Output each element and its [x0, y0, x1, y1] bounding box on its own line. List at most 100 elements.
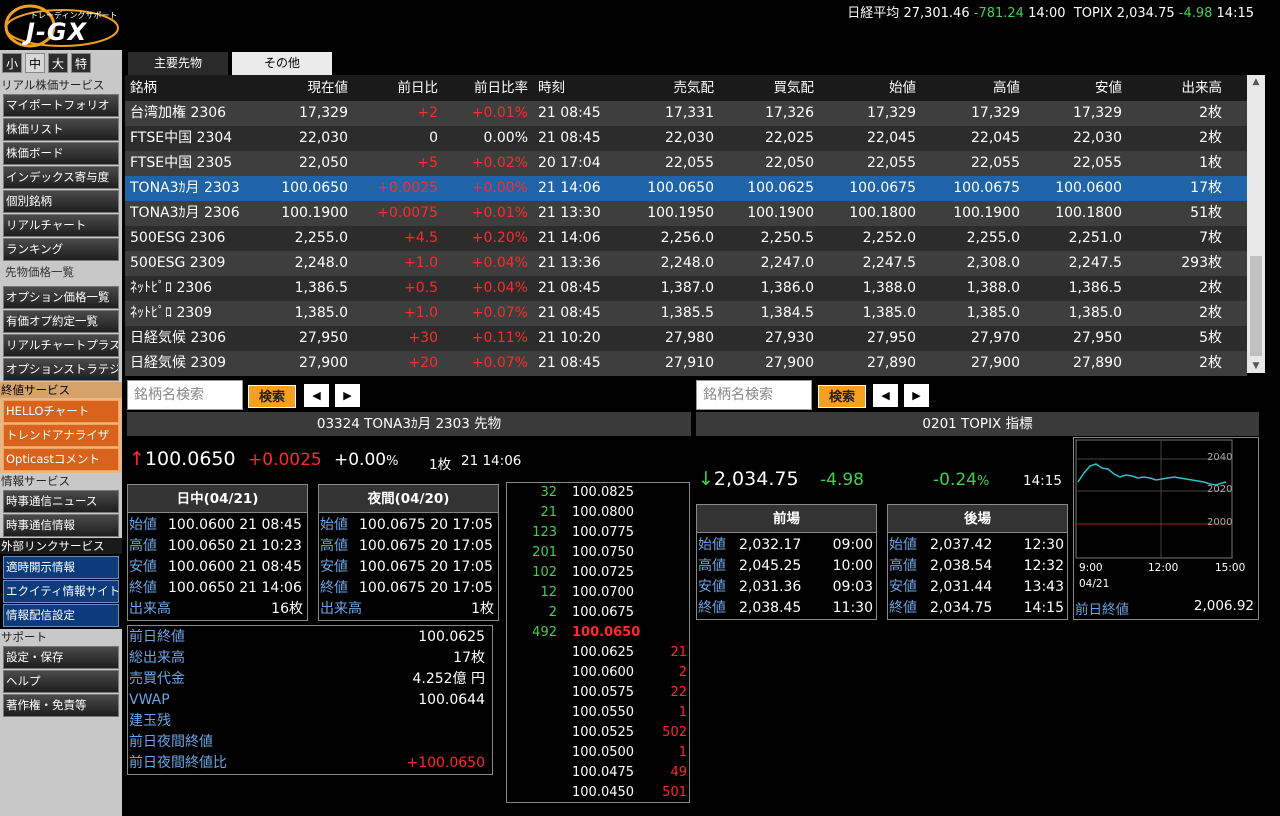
right-search-input[interactable]: 銘柄名検索	[696, 380, 812, 410]
right-next-button[interactable]: ▶	[904, 384, 929, 407]
sidebar-item-delivery-settings[interactable]: 情報配信設定	[3, 604, 119, 627]
table-row[interactable]: ﾈｯﾄﾋﾟﾛ 2306 1,386.5 +0.5 +0.04% 21 08:45 1,38…	[125, 276, 1247, 301]
table-row[interactable]: 台湾加権 2306 17,329 +2 +0.01% 21 08:45 17,331 17,…	[125, 101, 1247, 126]
size-small-button[interactable]: 小	[2, 53, 22, 73]
sidebar-item-opticast-comment[interactable]: Opticastコメント	[3, 448, 119, 471]
table-cell: 21 08:45	[538, 130, 601, 146]
session-row-time: 12:30	[1023, 537, 1064, 553]
nikkei-value: 27,301.46	[903, 6, 970, 21]
sidebar-item-copyright[interactable]: 著作権・免責等	[3, 694, 119, 717]
order-price: 100.0625	[572, 645, 635, 660]
session-row-value: 100.0650 21 10:23	[168, 538, 302, 554]
session-row-label: 安値	[129, 559, 157, 575]
order-price: 100.0800	[572, 505, 635, 520]
sidebar-item-option-trades[interactable]: 有価オプ約定一覧	[3, 310, 119, 333]
sidebar-item-individual-stock[interactable]: 個別銘柄	[3, 190, 119, 213]
sidebar-item-futures-list[interactable]: 先物価格一覧	[3, 262, 119, 285]
night-session-box: 夜間(04/20) 始値 100.0675 20 17:05 高値 100.0675 …	[318, 484, 499, 621]
table-row[interactable]: ﾈｯﾄﾋﾟﾛ 2309 1,385.0 +1.0 +0.07% 21 08:45 1,38…	[125, 301, 1247, 326]
left-prev-button[interactable]: ◀	[304, 384, 329, 407]
right-prev-button[interactable]: ◀	[873, 384, 898, 407]
table-cell: 2,255.0	[966, 230, 1020, 246]
sidebar-item-help[interactable]: ヘルプ	[3, 670, 119, 693]
table-cell: 5枚	[1199, 330, 1222, 346]
ask-quantity: 123	[532, 525, 557, 540]
tab-others[interactable]: その他	[232, 52, 332, 75]
left-price: 100.0650	[144, 448, 236, 470]
size-large-button[interactable]: 大	[48, 53, 68, 73]
sidebar-item-jiji-news[interactable]: 時事通信ニュース	[3, 490, 119, 513]
right-search-button[interactable]: 検索	[818, 385, 866, 408]
scroll-up-icon[interactable]: ▲	[1247, 77, 1265, 87]
table-cell: 21 08:45	[538, 105, 601, 121]
jgx-logo: トレーディングサポート J-GX	[2, 2, 122, 50]
table-row[interactable]: TONA3ｶ月 2306 100.1900 +0.0075 +0.01% 21 13:3…	[125, 201, 1247, 226]
sidebar-item-trend-analyzer[interactable]: トレンドアナライザ	[3, 424, 119, 447]
day-session-rows: 始値 100.0600 21 08:45 高値 100.0650 21 10:23 安値…	[128, 513, 307, 620]
left-search-input[interactable]: 銘柄名検索	[127, 380, 243, 410]
scroll-down-icon[interactable]: ▼	[1247, 361, 1265, 371]
sidebar-item-disclosure[interactable]: 適時開示情報	[3, 556, 119, 579]
table-row[interactable]: 日経気候 2306 27,950 +30 +0.11% 21 10:20 27,980 27…	[125, 326, 1247, 351]
table-row[interactable]: TONA3ｶ月 2303 100.0650 +0.0025 +0.00% 21 14:0…	[125, 176, 1247, 201]
stats-label: 前日終値	[129, 629, 185, 645]
table-row[interactable]: FTSE中国 2304 22,030 0 0.00% 21 08:45 22,030 22,…	[125, 126, 1247, 151]
right-symbol-title: 0201 TOPIX 指標	[696, 412, 1259, 436]
sidebar-item-index-contribution[interactable]: インデックス寄与度	[3, 166, 119, 189]
session-row-value: 2,038.45	[739, 600, 802, 616]
sidebar-item-equity-site[interactable]: エクイティ情報サイト	[3, 580, 119, 603]
size-medium-button[interactable]: 中	[25, 53, 45, 73]
section-final-price: 終値サービス	[0, 382, 122, 398]
sidebar-item-option-strategy[interactable]: オプションストラテジ	[3, 358, 119, 381]
column-header-8[interactable]: 高値	[920, 75, 1024, 101]
column-header-10[interactable]: 出来高	[1126, 75, 1226, 101]
table-cell: 2,255.0	[294, 230, 348, 246]
sidebar-item-hello-chart[interactable]: HELLOチャート	[3, 400, 119, 423]
left-pct-unit: %	[386, 454, 399, 469]
column-header-4[interactable]: 時刻	[532, 75, 608, 101]
session-row: 始値 100.0675 20 17:05	[319, 515, 498, 536]
sidebar-item-jiji-info[interactable]: 時事通信情報	[3, 514, 119, 537]
sidebar-item-stock-board[interactable]: 株価ボード	[3, 142, 119, 165]
sidebar-item-ranking[interactable]: ランキング	[3, 238, 119, 261]
table-cell: +5	[417, 155, 438, 171]
column-header-2[interactable]: 前日比	[352, 75, 442, 101]
table-cell: 27,890	[1073, 355, 1122, 371]
column-header-1[interactable]: 現在値	[255, 75, 352, 101]
table-cell: 2枚	[1199, 280, 1222, 296]
column-header-5[interactable]: 売気配	[608, 75, 718, 101]
order-price: 100.0650	[572, 625, 641, 640]
stats-rows: 前日終値 100.0625 総出来高 17枚 売買代金 4.252億 円 VWAP 100.0…	[128, 627, 492, 774]
sidebar-item-real-chart[interactable]: リアルチャート	[3, 214, 119, 237]
column-header-3[interactable]: 前日比率	[442, 75, 532, 101]
sidebar-item-settings-save[interactable]: 設定・保存	[3, 646, 119, 669]
size-xlarge-button[interactable]: 特	[71, 53, 91, 73]
column-header-7[interactable]: 始値	[818, 75, 920, 101]
left-next-button[interactable]: ▶	[335, 384, 360, 407]
table-cell: 22,055	[867, 155, 916, 171]
table-row[interactable]: 500ESG 2309 2,248.0 +1.0 +0.04% 21 13:36 2,24…	[125, 251, 1247, 276]
session-volume-row: 出来高 1枚	[319, 599, 498, 620]
table-cell: 2枚	[1199, 105, 1222, 121]
sidebar-item-portfolio[interactable]: マイポートフォリオ	[3, 94, 119, 117]
sidebar-item-stock-list[interactable]: 株価リスト	[3, 118, 119, 141]
order-price: 100.0575	[572, 685, 635, 700]
right-pct-value: -0.24	[933, 470, 977, 490]
column-header-0[interactable]: 銘柄	[125, 75, 255, 101]
left-search-button[interactable]: 検索	[248, 385, 296, 408]
table-cell: +0.04%	[471, 255, 528, 271]
table-row[interactable]: 500ESG 2306 2,255.0 +4.5 +0.20% 21 14:06 2,25…	[125, 226, 1247, 251]
scrollbar-thumb[interactable]	[1250, 256, 1262, 356]
column-header-6[interactable]: 買気配	[718, 75, 818, 101]
table-row[interactable]: FTSE中国 2305 22,050 +5 +0.02% 20 17:04 22,055 2…	[125, 151, 1247, 176]
sidebar-item-option-prices[interactable]: オプション価格一覧	[3, 286, 119, 309]
session-volume-label: 出来高	[320, 601, 362, 617]
session-row-time: 10:00	[832, 558, 873, 574]
table-row[interactable]: 日経気候 2309 27,900 +20 +0.07% 21 08:45 27,910 27…	[125, 351, 1247, 376]
table-cell: 100.1900	[953, 205, 1020, 221]
sidebar-item-real-chart-plus[interactable]: リアルチャートプラス	[3, 334, 119, 357]
column-header-9[interactable]: 安値	[1024, 75, 1126, 101]
chart-date: 04/21	[1079, 578, 1110, 590]
ext-items: 適時開示情報 エクイティ情報サイト 情報配信設定	[0, 554, 122, 629]
tab-main-futures[interactable]: 主要先物	[128, 52, 228, 75]
